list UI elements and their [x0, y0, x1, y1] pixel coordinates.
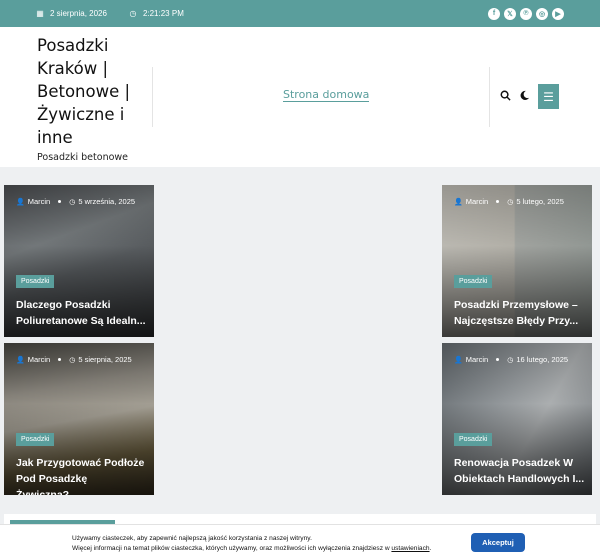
category-badge[interactable]: Posadzki: [454, 433, 493, 446]
x-icon[interactable]: 𝕏: [504, 7, 516, 20]
clock-icon: ◷: [129, 9, 137, 18]
site-title[interactable]: Posadzki Kraków | Betonowe | Żywiczne i …: [37, 34, 137, 149]
facebook-icon[interactable]: f: [488, 7, 500, 20]
divider: [152, 67, 153, 127]
current-date: 2 sierpnia, 2026: [50, 9, 107, 18]
post-title[interactable]: Jak Przygotować Podłoże Pod Posadzkę Żyw…: [16, 455, 148, 495]
post-card[interactable]: 👤 Marcin ◷ 5 września, 2025 Posadzki Dla…: [4, 185, 154, 337]
post-author[interactable]: Marcin: [466, 355, 489, 364]
nav-home-link[interactable]: Strona domowa: [283, 88, 370, 102]
menu-button[interactable]: ☰: [538, 84, 559, 109]
post-author[interactable]: Marcin: [28, 197, 51, 206]
cookie-text: Używamy ciasteczek, aby zapewnić najleps…: [72, 535, 432, 552]
accept-cookies-button[interactable]: Akceptuj: [471, 533, 525, 552]
clock-icon: ◷: [69, 198, 76, 206]
post-meta: 👤 Marcin ◷ 5 września, 2025: [16, 197, 135, 206]
post-meta: 👤 Marcin ◷ 16 lutego, 2025: [454, 355, 568, 364]
user-icon: 👤: [16, 356, 25, 364]
cookie-notice: Używamy ciasteczek, aby zapewnić najleps…: [0, 524, 600, 560]
user-icon: 👤: [454, 198, 463, 206]
post-card[interactable]: 👤 Marcin ◷ 5 lutego, 2025 Posadzki Posad…: [442, 185, 592, 337]
instagram-icon[interactable]: ◎: [536, 7, 548, 20]
category-badge[interactable]: Posadzki: [16, 275, 55, 288]
hamburger-icon: ☰: [543, 89, 554, 104]
social-links: f 𝕏 ℗ ◎ ▶: [488, 7, 564, 20]
site-branding: Posadzki Kraków | Betonowe | Żywiczne i …: [37, 34, 137, 163]
post-author[interactable]: Marcin: [28, 355, 51, 364]
post-card[interactable]: 👤 Marcin ◷ 16 lutego, 2025 Posadzki Reno…: [442, 343, 592, 495]
post-title[interactable]: Renowacja Posadzek W Obiektach Handlowyc…: [454, 455, 586, 487]
site-tagline: Posadzki betonowe: [37, 152, 129, 163]
post-meta: 👤 Marcin ◷ 5 sierpnia, 2025: [16, 355, 132, 364]
category-badge[interactable]: Posadzki: [16, 433, 55, 446]
search-icon[interactable]: [500, 90, 511, 104]
site-header: Posadzki Kraków | Betonowe | Żywiczne i …: [0, 27, 600, 167]
top-bar-meta: ▦ 2 sierpnia, 2026 ◷ 2:21:23 PM: [36, 9, 184, 18]
top-bar: ▦ 2 sierpnia, 2026 ◷ 2:21:23 PM f 𝕏 ℗ ◎ …: [0, 0, 600, 27]
calendar-icon: ▦: [36, 9, 44, 18]
cookie-settings-link[interactable]: ustawieniach: [391, 545, 429, 552]
post-date: 5 sierpnia, 2025: [78, 355, 132, 364]
post-meta: 👤 Marcin ◷ 5 lutego, 2025: [454, 197, 564, 206]
post-author[interactable]: Marcin: [466, 197, 489, 206]
user-icon: 👤: [454, 356, 463, 364]
clock-icon: ◷: [507, 198, 514, 206]
current-time: 2:21:23 PM: [142, 9, 184, 18]
category-badge[interactable]: Posadzki: [454, 275, 493, 288]
pinterest-icon[interactable]: ℗: [520, 7, 532, 20]
dark-mode-icon[interactable]: [519, 90, 530, 104]
cookie-line-2: Więcej informacji na temat plików ciaste…: [72, 545, 390, 552]
post-date: 5 września, 2025: [78, 197, 136, 206]
clock-icon: ◷: [507, 356, 514, 364]
divider: [489, 67, 490, 127]
user-icon: 👤: [16, 198, 25, 206]
post-card[interactable]: 👤 Marcin ◷ 5 sierpnia, 2025 Posadzki Jak…: [4, 343, 154, 495]
post-title[interactable]: Dlaczego Posadzki Poliuretanowe Są Ideal…: [16, 297, 148, 329]
cookie-line-1: Używamy ciasteczek, aby zapewnić najleps…: [72, 535, 312, 542]
post-date: 5 lutego, 2025: [516, 197, 564, 206]
post-date: 16 lutego, 2025: [516, 355, 569, 364]
youtube-icon[interactable]: ▶: [552, 7, 564, 20]
clock-icon: ◷: [69, 356, 76, 364]
post-title[interactable]: Posadzki Przemysłowe – Najczęstsze Błędy…: [454, 297, 586, 329]
